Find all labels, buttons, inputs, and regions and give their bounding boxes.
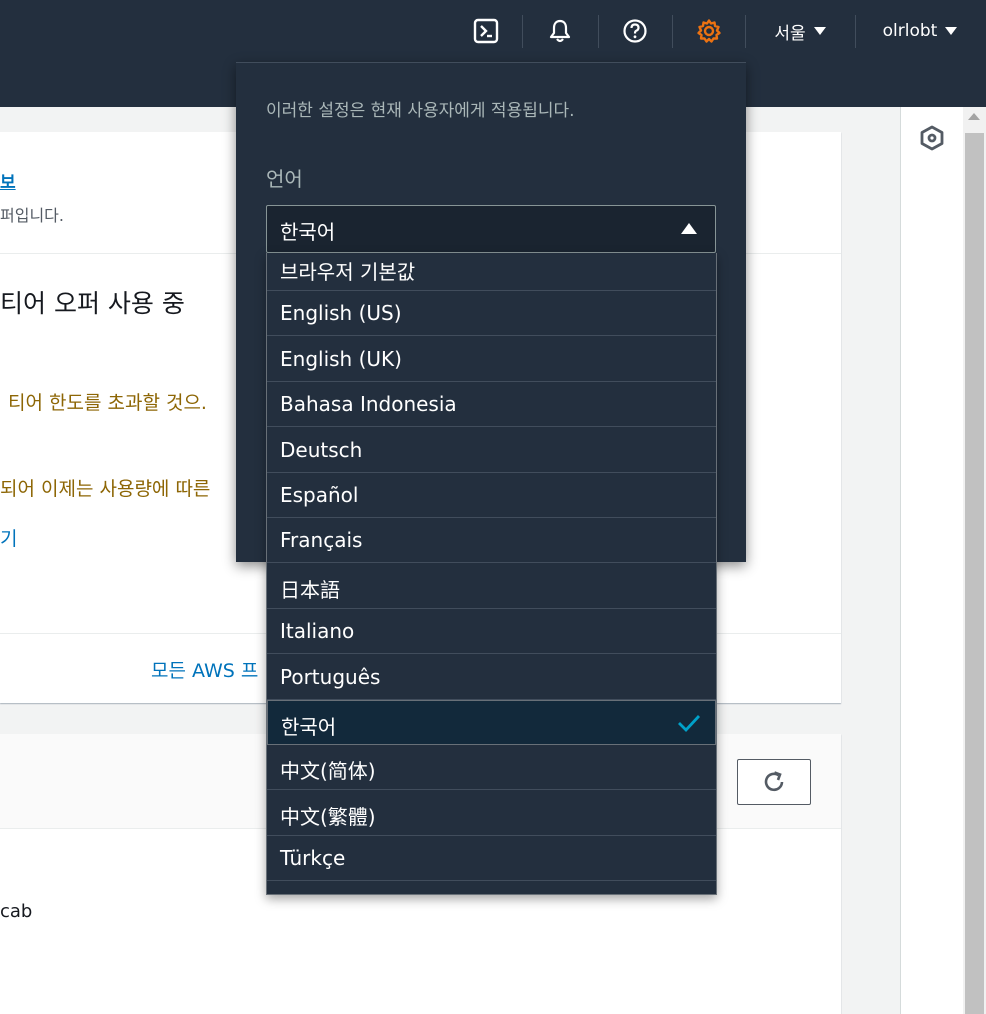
info-panel-icon[interactable] (919, 125, 945, 151)
language-options-list: 브라우저 기본값 English (US) English (UK) Bahasa I… (266, 253, 717, 895)
utility-side-panel (900, 107, 963, 1014)
nav-divider (855, 15, 856, 48)
language-select-value: 한국어 (280, 220, 336, 244)
language-option[interactable]: Français (267, 518, 716, 564)
language-label: 언어 (266, 167, 303, 191)
refresh-button[interactable] (737, 759, 811, 805)
language-select[interactable]: 한국어 (266, 205, 716, 253)
language-option[interactable]: English (US) (267, 291, 716, 337)
help-icon[interactable] (615, 0, 655, 62)
language-option-label: Bahasa Indonesia (280, 392, 457, 417)
language-option-label: 브라우저 기본값 (280, 260, 416, 284)
all-offers-link[interactable]: 모든 AWS 프 (151, 656, 258, 683)
language-option[interactable]: English (UK) (267, 337, 716, 382)
cloudshell-icon[interactable] (466, 0, 506, 62)
language-option-label: 中文(繁體) (280, 804, 376, 829)
gear-icon[interactable] (689, 0, 729, 62)
language-option-label: 한국어 (281, 715, 337, 739)
region-label: 서울 (774, 23, 806, 44)
language-option-label: Italiano (280, 619, 355, 644)
card-title-link[interactable]: 보 (0, 168, 16, 193)
nav-divider (672, 15, 673, 48)
language-option-label: 日本語 (280, 577, 340, 602)
language-option[interactable]: 日本語 (267, 564, 716, 609)
language-option[interactable]: 브라우저 기본값 (267, 253, 716, 291)
caret-down-icon (813, 27, 826, 35)
language-option[interactable]: Bahasa Indonesia (267, 382, 716, 428)
card-subtitle: 퍼입니다. (0, 206, 64, 225)
language-option-label: Español (280, 483, 359, 507)
language-option-label: English (US) (280, 301, 402, 326)
language-option-label: Türkçe (280, 846, 346, 871)
account-name: olrlobt (882, 21, 938, 41)
language-option-label: Português (280, 664, 381, 689)
free-tier-warning-1: 티어 한도를 초과할 것으. (8, 392, 207, 414)
details-link[interactable]: 기 (0, 524, 17, 551)
free-tier-heading: 티어 오퍼 사용 중 (0, 289, 185, 318)
checkmark-icon (678, 715, 701, 733)
settings-note: 이러한 설정은 현재 사용자에게 적용됩니다. (266, 101, 575, 121)
account-menu[interactable]: olrlobt (870, 0, 970, 62)
language-option[interactable]: Italiano (267, 609, 716, 655)
caret-down-icon (945, 27, 958, 35)
page-scrollbar[interactable] (963, 107, 986, 1014)
free-tier-warning-2: 되어 이제는 사용량에 따른 (0, 478, 211, 500)
nav-divider (522, 15, 523, 48)
scroll-up-arrow-icon[interactable] (968, 113, 980, 120)
language-option-label: Français (280, 528, 363, 553)
nav-divider (745, 15, 746, 48)
nav-divider (598, 15, 599, 48)
language-option[interactable]: Türkçe (267, 836, 716, 882)
language-option-label: Deutsch (280, 437, 363, 462)
language-option[interactable]: 中文(简体) (267, 745, 716, 791)
language-option[interactable]: Deutsch (267, 428, 716, 473)
language-option[interactable]: Português (267, 655, 716, 700)
language-option[interactable]: 한국어 (267, 700, 716, 745)
resource-row-text: cab (0, 901, 33, 922)
region-selector[interactable]: 서울 (760, 0, 840, 62)
caret-up-icon (681, 223, 697, 234)
scroll-thumb[interactable] (965, 133, 984, 1014)
language-option-label: English (UK) (280, 346, 402, 371)
language-option[interactable]: Español (267, 473, 716, 518)
language-option-label: 中文(简体) (280, 759, 376, 784)
language-option[interactable]: 中文(繁體) (267, 791, 716, 836)
refresh-icon (764, 771, 784, 792)
bell-icon[interactable] (540, 0, 580, 62)
